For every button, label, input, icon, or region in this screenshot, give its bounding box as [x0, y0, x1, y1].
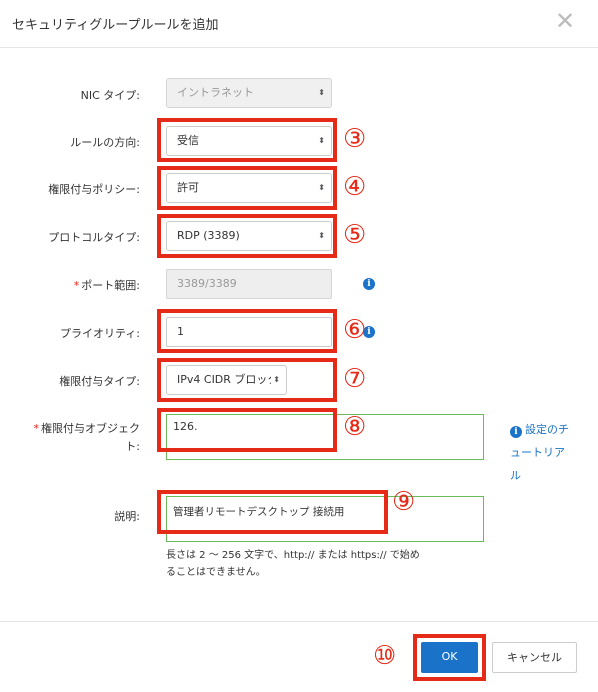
description-hint: 長さは 2 ～ 256 文字で、http:// または https:// で始め… [166, 547, 486, 581]
auth-object-label-line2: ト: [125, 440, 140, 453]
required-mark: * [33, 422, 40, 435]
close-icon[interactable]: ✕ [552, 8, 578, 34]
tutorial-link-line3: ル [510, 469, 521, 482]
annotation-box-ok [413, 634, 486, 681]
protocol-label: プロトコルタイプ: [48, 231, 140, 244]
tutorial-link[interactable]: i 設定のチ ュートリア ル [510, 418, 592, 487]
required-mark: * [73, 279, 80, 292]
annotation-box-description [157, 490, 388, 534]
tutorial-link-line2: ュートリア [510, 446, 565, 459]
select-arrow-icon: ⬍ [318, 88, 325, 97]
info-icon[interactable]: i [363, 278, 375, 290]
port-range-input: 3389/3389 [166, 269, 332, 299]
hint-line1: 長さは 2 ～ 256 文字で、http:// または https:// で始め [166, 550, 420, 561]
annotation-number-5: ⑤ [343, 220, 367, 250]
annotation-box-auth-object [157, 408, 337, 452]
direction-label: ルールの方向: [70, 136, 140, 149]
nic-type-select: イントラネット ⬍ [166, 78, 332, 108]
annotation-number-10: ⑩ [373, 641, 397, 671]
annotation-number-4: ④ [343, 172, 367, 202]
description-label: 説明: [114, 510, 140, 523]
annotation-box-direction [157, 118, 337, 162]
annotation-box-priority [157, 309, 337, 353]
info-icon: i [510, 426, 522, 438]
port-range-label-text: ポート範囲: [81, 279, 140, 292]
hint-line2: ることはできません。 [166, 567, 266, 578]
annotation-number-6: ⑥ [343, 315, 367, 345]
auth-object-label-line1: 権限付与オブジェク [41, 422, 140, 435]
annotation-number-3: ③ [343, 124, 367, 154]
port-range-label: * ポート範囲: [0, 277, 140, 293]
footer-divider [0, 621, 598, 622]
auth-type-label: 権限付与タイプ: [59, 375, 140, 388]
auth-object-label: * 権限付与オブジェクト: [0, 420, 141, 456]
cancel-button[interactable]: キャンセル [492, 642, 577, 673]
header-divider [0, 47, 598, 48]
annotation-number-7: ⑦ [343, 364, 367, 394]
policy-label: 権限付与ポリシー: [48, 183, 140, 196]
tutorial-link-line1: 設定のチ [525, 423, 569, 436]
dialog-title: セキュリティグループルールを追加 [12, 18, 219, 33]
annotation-box-policy [157, 166, 337, 210]
annotation-box-protocol [157, 214, 337, 258]
annotation-box-auth-type [157, 358, 337, 402]
nic-type-label: NIC タイプ: [80, 89, 140, 102]
annotation-number-9: ⑨ [392, 487, 416, 517]
priority-label: プライオリティ: [59, 327, 140, 340]
annotation-number-8: ⑧ [343, 412, 367, 442]
nic-type-value: イントラネット [177, 86, 254, 99]
